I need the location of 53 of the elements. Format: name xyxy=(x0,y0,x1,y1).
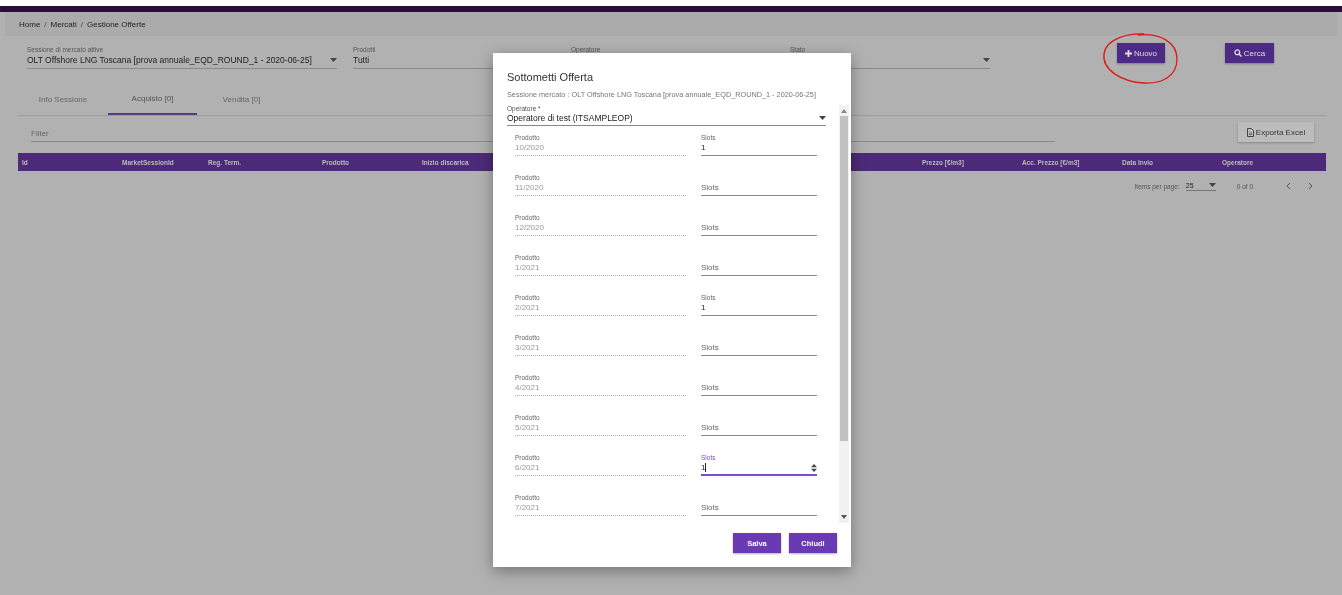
field-value: 11/2020 xyxy=(515,182,545,193)
breadcrumb-separator: / xyxy=(80,19,84,29)
scroll-down-arrow-icon[interactable] xyxy=(841,515,847,519)
field-placeholder: Slots xyxy=(701,263,719,272)
field-placeholder: Slots xyxy=(701,503,719,512)
field-value: 6/2021 xyxy=(515,462,541,473)
breadcrumb-separator: / xyxy=(44,19,47,29)
field-value: Operatore di test (ITSAMPLEOP) xyxy=(507,113,633,123)
slots-field[interactable]: Slots xyxy=(701,374,817,396)
previous-page-icon[interactable] xyxy=(1285,182,1291,190)
next-page-icon[interactable] xyxy=(1307,182,1313,190)
field-value: 12/2020 xyxy=(515,222,545,233)
breadcrumb-link[interactable]: Home xyxy=(19,19,41,29)
search-button[interactable]: Cerca xyxy=(1225,43,1274,63)
slots-field[interactable]: Slots xyxy=(701,334,817,356)
slots-field[interactable]: Slots xyxy=(701,214,817,236)
field-value: 7/2021 xyxy=(515,502,541,513)
document-icon xyxy=(1246,127,1254,137)
field-value: 1 xyxy=(701,462,706,472)
dialog-title: Sottometti Offerta xyxy=(507,71,593,83)
field-placeholder: Slots xyxy=(701,423,719,432)
field-value: Tutti xyxy=(353,54,370,65)
field-placeholder: Slots xyxy=(701,183,719,192)
slots-field[interactable]: Slots xyxy=(701,174,817,196)
plus-icon xyxy=(1124,49,1132,57)
field-value: 5/2021 xyxy=(515,422,541,433)
new-button[interactable]: Nuovo xyxy=(1117,43,1165,63)
field-value: 1 xyxy=(701,303,706,312)
field-placeholder: Slots xyxy=(701,343,719,352)
breadcrumb-link[interactable]: Mercati xyxy=(50,19,77,29)
breadcrumb-link[interactable]: Gestione Offerte xyxy=(87,19,146,29)
slots-field[interactable]: Slots xyxy=(701,494,817,516)
field-placeholder: Slots xyxy=(701,383,719,392)
field-value: 10/2020 xyxy=(515,142,545,153)
spinner-arrows-icon[interactable] xyxy=(811,463,817,472)
search-icon xyxy=(1233,49,1242,57)
dropdown-caret-icon[interactable] xyxy=(983,57,990,62)
field-value: OLT Offshore LNG Toscana [prova annuale_EQD_ROUND_1 - 2020-06-25] xyxy=(27,54,312,65)
slots-field[interactable]: Slots xyxy=(701,414,817,436)
dropdown-caret-icon[interactable] xyxy=(330,57,337,62)
slots-field[interactable]: Slots xyxy=(701,254,817,276)
scrollbar[interactable] xyxy=(839,105,849,523)
dropdown-caret-icon xyxy=(1208,183,1216,187)
field-value: 1/2021 xyxy=(515,262,541,273)
dropdown-caret-icon[interactable] xyxy=(819,116,826,120)
tab[interactable]: Acquisto [0] xyxy=(108,88,197,115)
field-value: 1 xyxy=(701,143,706,152)
export-excel-button[interactable]: Exporta Excel xyxy=(1238,122,1314,142)
field-value: 4/2021 xyxy=(515,382,541,393)
field-value: 2/2021 xyxy=(515,302,541,313)
field-value: 3/2021 xyxy=(515,342,541,353)
scroll-up-arrow-icon[interactable] xyxy=(841,109,847,113)
field-placeholder: Slots xyxy=(701,223,719,232)
